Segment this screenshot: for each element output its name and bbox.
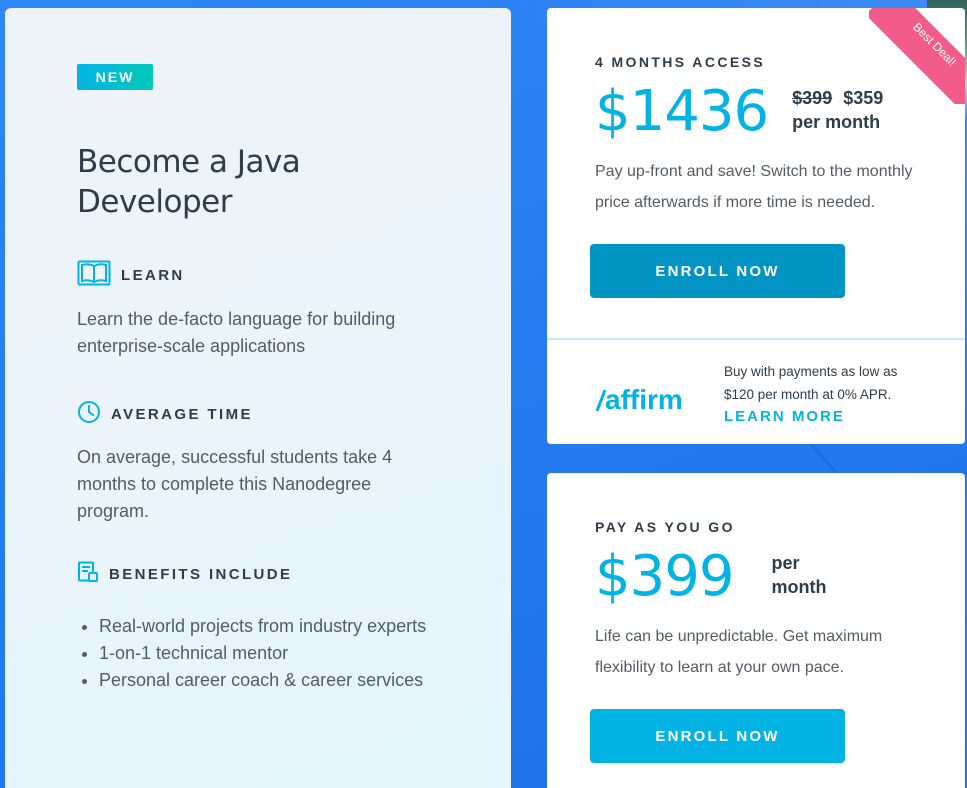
program-info-card: NEW Become a Java Developer LEARN Learn … [5,8,511,788]
per-month-label: per month [771,553,827,597]
learn-more-link[interactable]: LEARN MORE [724,408,845,425]
pay-as-you-go-card: PAY AS YOU GO $399 per month Life can be… [547,473,965,788]
learn-heading: LEARN [121,266,185,284]
new-badge: NEW [77,64,153,90]
plan-description: Pay up-front and save! Switch to the mon… [595,163,913,211]
affirm-logo: affirm [595,384,695,419]
benefits-section: BENEFITS INCLUDE Real-world projects fro… [77,561,511,694]
book-icon [77,260,111,290]
benefit-item: Personal career coach & career services [99,667,449,694]
learn-section: LEARN Learn the de-facto language for bu… [77,260,511,360]
average-time-text: On average, successful students take 4 m… [77,447,393,521]
average-time-section: AVERAGE TIME On average, successful stud… [77,400,511,525]
clock-icon [77,400,101,428]
enroll-now-button[interactable]: ENROLL NOW [590,709,845,763]
affirm-description: Buy with payments as low as $120 per mon… [724,364,898,402]
checklist-icon [77,561,99,587]
plan-description: Life can be unpredictable. Get maximum f… [595,628,883,676]
benefits-list: Real-world projects from industry expert… [77,613,511,694]
card-divider [547,338,965,340]
affirm-logo-text: affirm [605,384,683,414]
benefit-item: 1-on-1 technical mentor [99,640,449,667]
four-month-plan-card: Best Deal! 4 MONTHS ACCESS $1436 $399 $3… [547,8,965,444]
program-title: Become a Java Developer [77,144,301,220]
plan-label: PAY AS YOU GO [595,519,735,535]
benefits-heading: BENEFITS INCLUDE [109,565,293,583]
old-monthly-price: $399 [792,88,833,108]
plan-price: $1436 [595,79,769,144]
learn-text: Learn the de-facto language for building… [77,309,396,356]
plan-price: $399 [595,544,735,609]
enroll-now-button[interactable]: ENROLL NOW [590,244,845,298]
benefit-item: Real-world projects from industry expert… [99,613,449,640]
best-deal-ribbon: Best Deal! [869,8,965,104]
average-time-heading: AVERAGE TIME [111,405,253,423]
per-month-label: per month [792,112,881,132]
